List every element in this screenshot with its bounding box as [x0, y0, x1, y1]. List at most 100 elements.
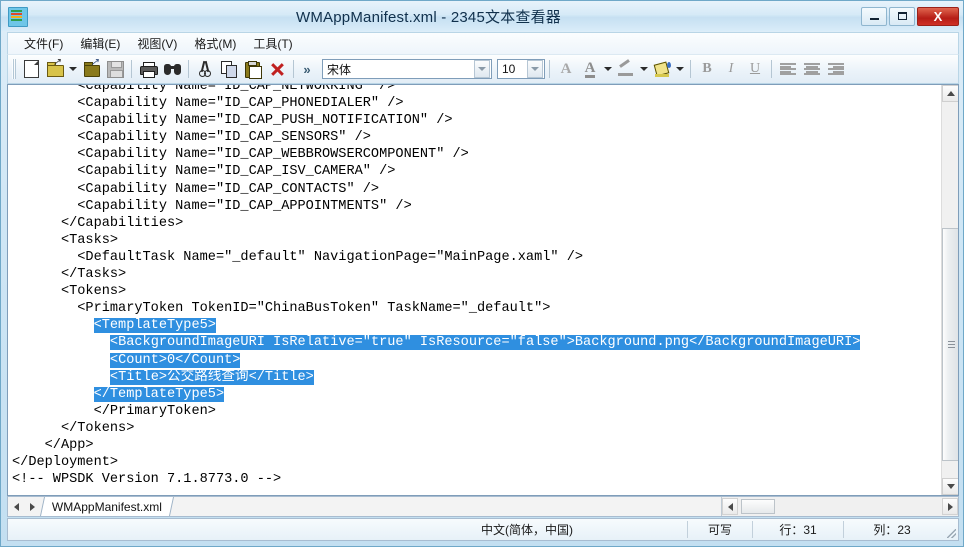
code-line: <Capability Name="ID_CAP_ISV_CAMERA" /> — [12, 164, 396, 180]
title-bar[interactable]: WMAppManifest.xml - 2345文本查看器 X — [1, 1, 963, 31]
find-button[interactable] — [160, 57, 184, 81]
status-empty-cell — [8, 519, 367, 540]
code-line: </Tokens> — [12, 420, 135, 436]
copy-button[interactable] — [217, 57, 241, 81]
tab-prev-button[interactable] — [8, 497, 24, 516]
scroll-left-button[interactable] — [722, 498, 738, 515]
font-color-button[interactable]: A — [578, 57, 602, 81]
code-line: <Capability Name="ID_CAP_PHONEDIALER" /> — [12, 96, 404, 112]
tab-next-button[interactable] — [24, 497, 40, 516]
selected-text: <Title>公交路线查询</Title> — [109, 369, 314, 385]
bold-icon: B — [702, 61, 712, 76]
menu-item-format[interactable]: 格式(M) — [186, 33, 245, 54]
align-center-button[interactable] — [800, 57, 824, 81]
delete-button[interactable] — [265, 57, 289, 81]
toolbar-grip[interactable] — [12, 59, 16, 79]
save-button[interactable] — [103, 57, 127, 81]
print-button[interactable] — [136, 57, 160, 81]
code-line: <TemplateType5> — [12, 317, 942, 334]
tab-wmappmanifest[interactable]: WMAppManifest.xml — [39, 497, 175, 516]
font-name-value: 宋体 — [327, 62, 352, 77]
status-row: 行：31 — [779, 523, 817, 537]
scrollbar-grip-icon — [948, 340, 955, 349]
code-line: <Capability Name="ID_CAP_PUSH_NOTIFICATI… — [12, 113, 453, 129]
scroll-up-button[interactable] — [942, 85, 958, 102]
toolbar-separator — [690, 60, 691, 78]
vertical-scrollbar[interactable] — [941, 85, 958, 495]
font-name-dropdown-icon[interactable] — [474, 60, 490, 78]
menu-item-file[interactable]: 文件(F) — [16, 33, 72, 54]
vertical-scrollbar-thumb[interactable] — [942, 228, 958, 461]
toolbar-overflow-button[interactable]: » — [298, 57, 316, 81]
selected-text: <TemplateType5> — [93, 318, 216, 334]
fill-bucket-icon — [653, 61, 671, 77]
new-document-button[interactable] — [19, 57, 43, 81]
align-right-button[interactable] — [824, 57, 848, 81]
code-line: </Tasks> — [12, 267, 127, 283]
text-editor[interactable]: <Capability Name="ID_CAP_NETWORKING" /> … — [8, 85, 942, 495]
menu-item-edit[interactable]: 编辑(E) — [72, 33, 129, 54]
triangle-left-icon — [727, 502, 733, 511]
chevron-down-icon — [640, 67, 648, 71]
toolbar-separator — [549, 60, 550, 78]
code-line: </Deployment> — [12, 455, 119, 471]
font-size-value: 10 — [502, 62, 516, 76]
save-as-button[interactable] — [79, 57, 103, 81]
menu-item-tools[interactable]: 工具(T) — [245, 33, 301, 54]
toolbar-separator — [293, 60, 294, 78]
print-icon — [139, 61, 158, 78]
open-file-icon — [46, 57, 64, 77]
horizontal-scrollbar[interactable] — [721, 497, 958, 516]
minimize-button[interactable] — [861, 6, 887, 26]
cut-button[interactable] — [193, 57, 217, 81]
font-name-combo[interactable]: 宋体 — [322, 59, 492, 79]
chevron-down-icon — [676, 67, 684, 71]
code-line: <Title>公交路线查询</Title> — [12, 369, 942, 386]
paste-button[interactable] — [241, 57, 265, 81]
code-line: </Capabilities> — [12, 215, 184, 231]
resize-grip-icon[interactable] — [940, 519, 958, 540]
code-line: <DefaultTask Name="_default" NavigationP… — [12, 249, 584, 265]
menu-item-view[interactable]: 视图(V) — [129, 33, 186, 54]
open-file-dropdown-button[interactable] — [67, 57, 79, 81]
italic-button[interactable]: I — [719, 57, 743, 81]
save-as-icon — [83, 61, 100, 78]
code-line: </TemplateType5> — [12, 386, 942, 403]
cut-icon — [198, 60, 212, 77]
new-document-icon — [23, 60, 39, 78]
fill-color-dropdown-button[interactable] — [674, 57, 686, 81]
code-line: <Capability Name="ID_CAP_WEBBROWSERCOMPO… — [12, 147, 469, 163]
fill-color-button[interactable] — [650, 57, 674, 81]
horizontal-scrollbar-thumb[interactable] — [741, 499, 775, 514]
font-grow-button[interactable]: A — [554, 57, 578, 81]
code-line: <BackgroundImageURI IsRelative="true" Is… — [12, 334, 942, 351]
highlight-pen-icon — [618, 59, 634, 77]
scroll-right-button[interactable] — [942, 498, 958, 515]
code-line: <Tokens> — [12, 284, 127, 300]
toolbar-separator — [188, 60, 189, 78]
scroll-down-button[interactable] — [942, 478, 958, 495]
highlight-dropdown-button[interactable] — [638, 57, 650, 81]
highlight-button[interactable] — [614, 57, 638, 81]
chevron-down-icon — [604, 67, 612, 71]
underline-icon: U — [749, 61, 761, 76]
close-button[interactable]: X — [917, 6, 959, 26]
code-line: <Capability Name="ID_CAP_NETWORKING" /> — [12, 85, 396, 94]
code-line: <Tasks> — [12, 232, 119, 248]
selected-text: <BackgroundImageURI IsRelative="true" Is… — [109, 335, 861, 351]
font-color-dropdown-button[interactable] — [602, 57, 614, 81]
maximize-icon — [897, 12, 907, 20]
minimize-icon — [869, 17, 879, 20]
align-left-button[interactable] — [776, 57, 800, 81]
toolbar-separator — [131, 60, 132, 78]
status-column: 列：23 — [873, 523, 911, 537]
copy-icon — [221, 61, 237, 78]
code-line: <Capability Name="ID_CAP_CONTACTS" /> — [12, 181, 380, 197]
font-size-dropdown-icon[interactable] — [527, 60, 543, 78]
underline-button[interactable]: U — [743, 57, 767, 81]
app-logo-icon — [8, 6, 28, 27]
bold-button[interactable]: B — [695, 57, 719, 81]
open-file-button[interactable] — [43, 57, 67, 81]
maximize-button[interactable] — [889, 6, 915, 26]
font-size-combo[interactable]: 10 — [497, 59, 545, 79]
